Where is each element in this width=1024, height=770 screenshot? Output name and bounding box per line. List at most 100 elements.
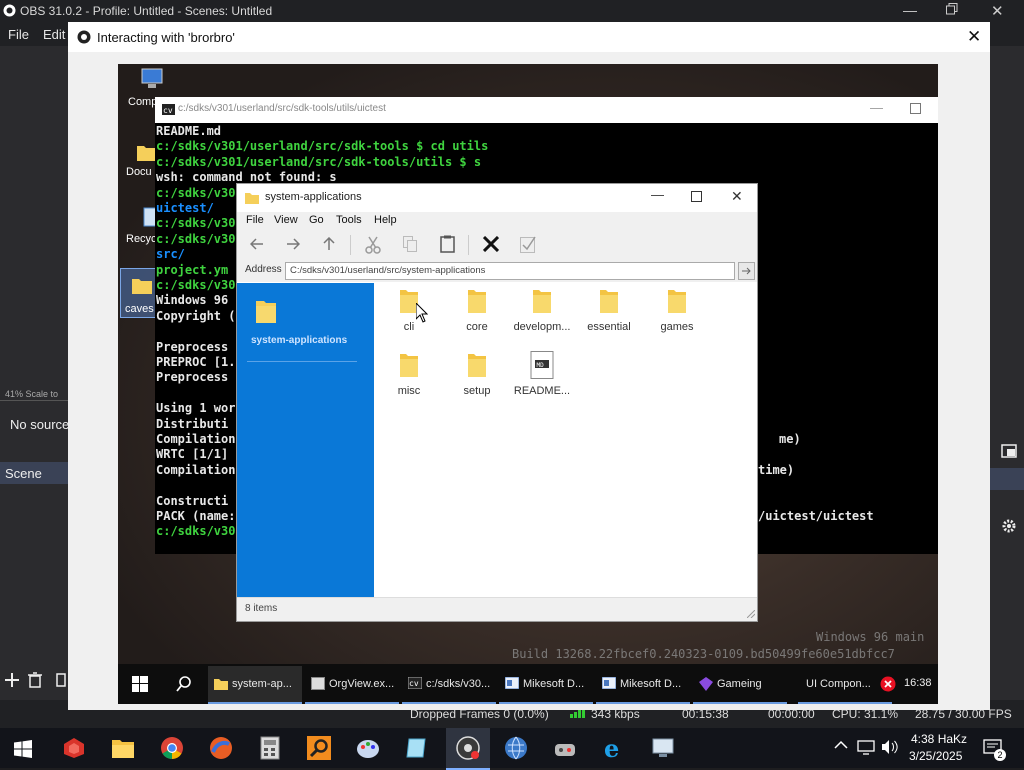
folder-item[interactable]: misc [374,351,444,397]
explorer-menu-help[interactable]: Help [374,214,397,226]
dialog-close-icon[interactable]: ✕ [967,27,981,47]
vm-task-item[interactable]: system-ap... [208,666,302,704]
explorer-statusbar: 8 items [237,597,757,621]
terminal-line: Copyright ( [156,308,236,323]
vm-task-item[interactable]: OrgView.ex... [305,666,399,704]
obs-right-panel [990,46,1024,702]
folder-item[interactable]: games [642,287,712,333]
calculator-icon[interactable] [258,736,282,760]
obs-logo-icon [77,30,91,44]
gear-icon[interactable] [1002,519,1016,533]
explorer-window[interactable]: system-applications — ✕ File View Go Too… [236,183,758,622]
item-count: 8 items [245,603,278,614]
restore-icon[interactable] [946,3,958,15]
swirl-app-icon[interactable] [209,736,233,760]
folder-icon [245,191,259,204]
file-explorer-icon[interactable] [111,737,135,759]
menu-edit[interactable]: Edit [43,27,65,42]
watermark-line1: Windows 96 main [816,630,925,644]
magnifier-app-icon[interactable] [307,736,331,760]
folder-item[interactable]: cli [374,287,444,333]
volume-icon[interactable] [881,739,899,755]
chrome-icon[interactable] [160,736,184,760]
obs-logo-icon [3,4,16,17]
ie-icon[interactable]: e [602,736,626,760]
globe-app-icon[interactable] [504,736,528,760]
dialog-titlebar: Interacting with 'brorbro' ✕ [68,22,990,52]
explorer-maximize-icon[interactable] [691,191,702,202]
notepad-app-icon[interactable] [405,736,429,760]
vm-task-label: Mikesoft D... [620,678,682,690]
explorer-menu-tools[interactable]: Tools [336,214,362,226]
cut-icon[interactable] [365,236,381,254]
folder-item[interactable]: core [442,287,512,333]
folder-icon [642,287,712,315]
vm-task-item[interactable]: cv c:/sdks/v30... [402,666,496,704]
vm-task-item[interactable]: Gameing [693,666,787,704]
taskbar-obs-active[interactable] [446,728,490,770]
explorer-minimize-icon[interactable]: — [651,187,664,202]
terminal-line-tail: time) [758,462,795,477]
start-icon[interactable] [132,676,148,692]
taskbar-date[interactable]: 3/25/2025 [909,749,962,763]
terminal-line: src/ [156,247,185,262]
vm-task-item[interactable]: Mikesoft D... [499,666,593,704]
go-button[interactable] [738,262,755,280]
folder-item[interactable]: setup [442,351,512,397]
copy-icon[interactable] [403,236,417,252]
tb-app-red-icon[interactable] [62,736,86,760]
windows-start-icon[interactable] [14,740,32,758]
up-icon[interactable] [323,237,335,251]
obs-titlebar: OBS 31.0.2 - Profile: Untitled - Scenes:… [0,0,1024,22]
terminal-line: Preprocess [156,370,229,385]
back-icon[interactable] [250,238,264,250]
desktop-icon-computer[interactable]: Comp [128,68,164,108]
forward-icon[interactable] [286,238,300,250]
vm-display[interactable]: Comp Docu Recyc caves cv c:/sdks/v301/us… [118,64,938,704]
explorer-menu-file[interactable]: File [246,214,264,226]
add-icon[interactable] [5,673,19,687]
explorer-close-icon[interactable]: ✕ [731,188,743,205]
desktop-icon-caves[interactable]: caves [120,268,158,318]
tray-chevron-up-icon[interactable] [834,740,848,750]
minimize-icon[interactable]: — [903,2,917,18]
address-input[interactable]: C:/sdks/v301/userland/src/system-applica… [285,262,735,280]
taskbar-time[interactable]: 4:38 HaKz [911,732,967,746]
terminal-line-tail: /uictest/uictest [758,509,874,523]
explorer-title: system-applications [265,191,362,203]
resize-grip-icon[interactable] [747,610,755,618]
item-label: setup [463,385,491,397]
paint-app-icon[interactable] [356,736,380,760]
delete-icon[interactable] [483,236,499,252]
search-icon[interactable] [176,676,192,692]
error-icon[interactable] [880,676,896,692]
explorer-menu-view[interactable]: View [274,214,298,226]
terminal-line-tail: me) [779,432,801,446]
network-icon[interactable] [857,739,875,755]
paste-icon[interactable] [440,235,455,253]
menu-file[interactable]: File [8,27,29,42]
display-app-icon[interactable] [651,736,675,760]
terminal-line: WRTC [1/1] [156,447,229,462]
vm-task-item[interactable]: Mikesoft D... [596,666,690,704]
folder-item[interactable]: essential [574,287,644,333]
vm-task-item[interactable]: UI Compon... [798,666,892,704]
terminal-minimize-icon[interactable]: — [870,100,883,115]
explorer-menu-go[interactable]: Go [309,214,324,226]
properties-icon[interactable] [520,235,536,253]
item-label: core [466,321,488,333]
item-label: developm... [513,321,571,333]
close-icon[interactable]: ✕ [991,2,1004,20]
windows-taskbar: e 4:38 HaKz 3/25/2025 2 [0,728,1024,770]
file-item[interactable]: MD README... [507,351,577,397]
desktop-icon-label: caves [125,303,154,315]
terminal-maximize-icon[interactable] [910,103,921,114]
item-label: cli [403,321,415,333]
dock-icon[interactable] [1001,444,1017,458]
svg-text:cv: cv [163,106,173,115]
terminal-line: uictest/ [156,201,214,215]
game-app-icon[interactable] [553,736,577,760]
folder-item[interactable]: developm... [507,287,577,333]
trash-icon[interactable] [28,672,42,688]
filter-icon[interactable] [56,673,66,687]
